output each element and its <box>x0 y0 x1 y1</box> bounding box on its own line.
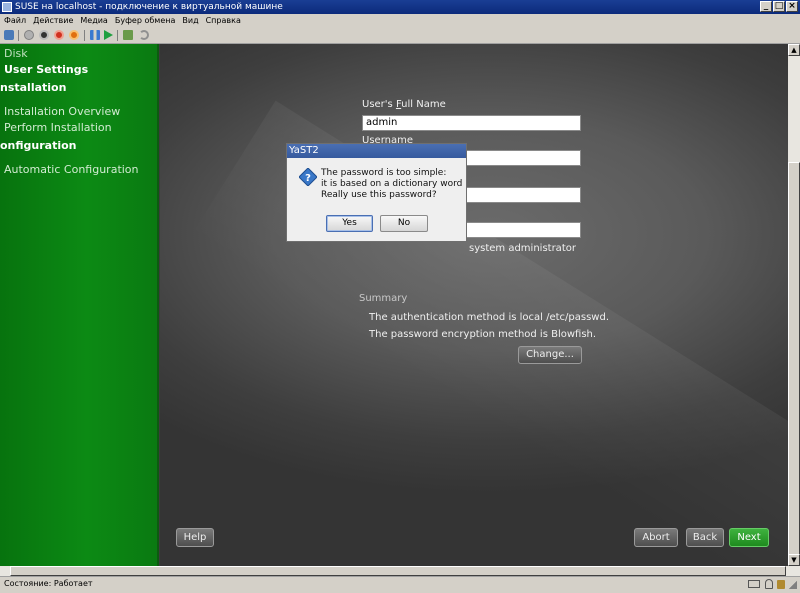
toolbar <box>0 28 800 44</box>
admin-checkbox-label: system administrator <box>469 243 576 254</box>
app-icon <box>2 2 12 12</box>
help-button[interactable]: Help <box>176 528 214 547</box>
lock-icon <box>777 580 785 589</box>
close-button[interactable]: × <box>786 1 798 12</box>
step-user-settings: User Settings <box>4 63 89 76</box>
status-text: Состояние: Работает <box>4 579 93 588</box>
no-button[interactable]: No <box>380 215 428 232</box>
dialog-line-1: The password is too simple: <box>321 168 447 178</box>
menu-action[interactable]: Действие <box>29 14 76 28</box>
ctrl-alt-del-icon[interactable] <box>4 30 14 40</box>
revert-icon[interactable] <box>139 30 149 40</box>
step-installation-overview: Installation Overview <box>4 105 121 118</box>
vertical-scroll-thumb[interactable] <box>788 162 800 558</box>
back-button[interactable]: Back <box>686 528 724 547</box>
keyboard-icon <box>748 580 760 588</box>
minimize-button[interactable]: _ <box>760 1 772 12</box>
toolbar-separator <box>18 30 19 41</box>
full-name-label: User's Full Name <box>362 99 446 110</box>
menu-help[interactable]: Справка <box>202 14 244 28</box>
password-warning-dialog: YaST2 ? The password is too simple: it i… <box>286 143 467 242</box>
dialog-line-2: it is based on a dictionary word <box>321 179 463 189</box>
step-disk: Disk <box>4 47 28 60</box>
auth-method-text: The authentication method is local /etc/… <box>369 312 610 323</box>
toolbar-separator <box>117 30 118 41</box>
full-name-field[interactable]: admin <box>362 115 581 131</box>
horizontal-scrollbar[interactable] <box>0 566 800 576</box>
pause-icon[interactable] <box>90 30 100 40</box>
menu-bar: Файл Действие Медиа Буфер обмена Вид Справка <box>0 14 800 28</box>
window-title-bar: SUSE на localhost - подключение к виртуа… <box>0 0 800 14</box>
scroll-up-icon[interactable]: ▲ <box>788 44 800 56</box>
change-button[interactable]: Change... <box>518 346 582 364</box>
installation-steps-sidebar: Disk User Settings nstallation Installat… <box>0 44 159 566</box>
scroll-down-icon[interactable]: ▼ <box>788 554 800 566</box>
snapshot-icon[interactable] <box>123 30 133 40</box>
next-button[interactable]: Next <box>729 528 769 547</box>
menu-view[interactable]: Вид <box>178 14 201 28</box>
step-perform-installation: Perform Installation <box>4 121 112 134</box>
summary-label: Summary <box>359 293 408 304</box>
start-icon[interactable] <box>24 30 34 40</box>
step-automatic-configuration: Automatic Configuration <box>4 163 139 176</box>
status-bar: Состояние: Работает <box>0 576 800 593</box>
abort-button[interactable]: Abort <box>634 528 678 547</box>
vm-screen[interactable]: Disk User Settings nstallation Installat… <box>0 44 788 566</box>
shutdown-icon[interactable] <box>54 30 64 40</box>
save-state-icon[interactable] <box>69 30 79 40</box>
dialog-line-3: Really use this password? <box>321 190 437 200</box>
dialog-title: YaST2 <box>287 144 466 158</box>
dialog-message: The password is too simple: it is based … <box>321 168 462 201</box>
turn-off-icon[interactable] <box>39 30 49 40</box>
maximize-button[interactable]: □ <box>773 1 785 12</box>
menu-file[interactable]: Файл <box>0 14 29 28</box>
toolbar-separator <box>84 30 85 41</box>
section-configuration: onfiguration <box>0 139 77 152</box>
section-installation: nstallation <box>0 81 67 94</box>
encryption-method-text: The password encryption method is Blowfi… <box>369 329 597 340</box>
question-icon: ? <box>299 168 317 186</box>
mouse-icon <box>765 579 773 589</box>
window-title: SUSE на localhost - подключение к виртуа… <box>15 2 283 12</box>
play-icon[interactable] <box>104 30 113 40</box>
menu-clipboard[interactable]: Буфер обмена <box>111 14 179 28</box>
menu-media[interactable]: Медиа <box>76 14 110 28</box>
vertical-scrollbar[interactable]: ▲ ▼ <box>788 44 800 566</box>
svg-text:?: ? <box>305 173 311 184</box>
resize-grip-icon[interactable] <box>789 581 797 589</box>
yes-button[interactable]: Yes <box>326 215 373 232</box>
horizontal-scroll-thumb[interactable] <box>10 566 786 576</box>
